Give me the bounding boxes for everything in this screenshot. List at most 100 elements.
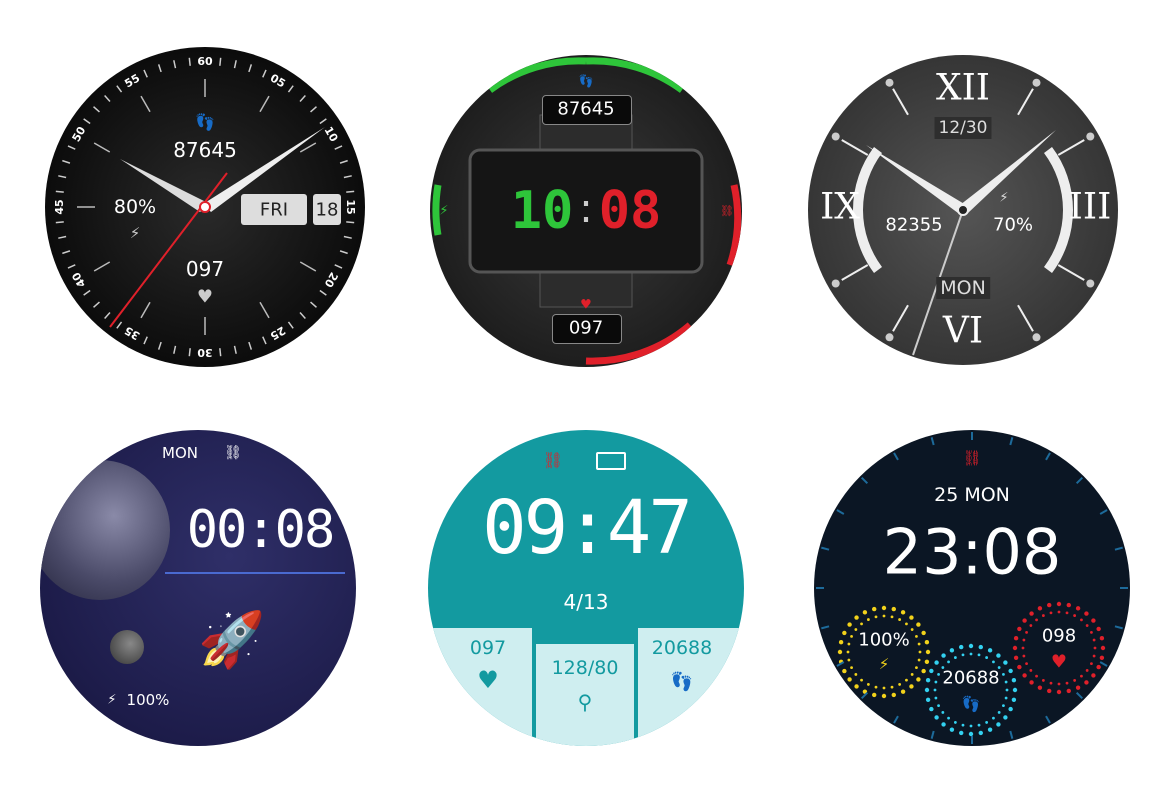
- ring-dot: [881, 693, 887, 699]
- ring-dot: [909, 684, 914, 689]
- bezel-tick: [334, 264, 343, 269]
- watch-face-mech-digital: 👣 87645 10 : 08 ⚡ ⛓ ♥ 097: [430, 55, 742, 367]
- bezel-dot: [831, 132, 840, 141]
- ring-dot: [933, 688, 937, 692]
- ring-dot: [1041, 679, 1045, 682]
- time-value: 23:08: [882, 515, 1062, 589]
- bezel-tick: [1045, 452, 1051, 461]
- bezel-number: 60: [197, 55, 213, 68]
- bezel-tick: [299, 95, 306, 102]
- bezel-tick: [55, 221, 64, 224]
- bezel-number: 05: [268, 72, 288, 91]
- ring-dot: [847, 642, 851, 646]
- ring-dot: [1091, 618, 1096, 623]
- ring-dot: [1049, 681, 1053, 685]
- ring-dot: [847, 658, 851, 662]
- ring-dot: [1022, 638, 1026, 642]
- ring-dot: [1100, 645, 1106, 651]
- ring-dot: [891, 692, 896, 698]
- ring-dot: [1085, 624, 1089, 627]
- ring-dot: [941, 711, 945, 714]
- ring-dot: [842, 668, 847, 674]
- ring-dot: [969, 652, 973, 656]
- ring-dot: [847, 677, 852, 682]
- ring-dot: [898, 618, 902, 621]
- ring-dot: [866, 683, 870, 686]
- center-cap: [957, 204, 969, 216]
- battery-icon: [596, 452, 626, 470]
- ring-dot: [1047, 688, 1052, 694]
- ring-dot: [1025, 630, 1028, 634]
- time-hours: 10: [510, 181, 574, 241]
- hour-tick: [841, 264, 869, 281]
- ring-dot: [1066, 602, 1071, 608]
- steps-icon: 👣: [195, 112, 215, 132]
- bezel-dot: [831, 279, 840, 288]
- ring-dot: [996, 722, 1001, 727]
- watch-face-classic-analog: 60 05 10 15 20 25 30 35 40 45 50 55 👣 87645 80% ⚡ F…: [45, 47, 365, 367]
- heart-icon: ♥: [580, 297, 592, 313]
- ring-dot: [1084, 680, 1089, 685]
- bezel-dot: [1086, 132, 1095, 141]
- ring-dot: [862, 610, 868, 615]
- bolt-icon: ⚡: [129, 224, 141, 242]
- bezel-dot: [1086, 279, 1095, 288]
- bezel-tick: [116, 85, 123, 93]
- ring-dot: [947, 660, 950, 664]
- bezel-tick: [83, 289, 91, 296]
- bezel-number: 25: [268, 324, 288, 343]
- ring-dot: [1092, 654, 1096, 658]
- heart-icon: ♥: [1050, 651, 1068, 673]
- bezel-tick: [334, 145, 343, 150]
- hour-marker: [140, 95, 151, 113]
- ring-dot: [890, 685, 894, 689]
- ring-dot: [837, 649, 843, 655]
- ring-dot: [1066, 688, 1071, 694]
- ring-dot: [929, 706, 934, 712]
- ring-dot: [949, 727, 955, 732]
- planet-image: [40, 460, 170, 600]
- ring-dot: [898, 683, 902, 686]
- ring-dot: [953, 656, 957, 659]
- ring-dot: [934, 680, 938, 684]
- bolt-icon: ⚡: [878, 655, 890, 673]
- ring-dot: [915, 634, 918, 638]
- bezel-tick: [299, 312, 306, 319]
- ring-dot: [1021, 646, 1025, 650]
- ring-dot: [854, 628, 858, 631]
- bezel-tick: [1114, 546, 1123, 551]
- day-label: MON: [936, 277, 990, 299]
- bezel-tick: [188, 348, 191, 357]
- ring-dot: [1002, 704, 1005, 708]
- ring-dot: [842, 630, 847, 636]
- bezel-tick: [1009, 437, 1014, 446]
- bezel-tick: [173, 345, 177, 354]
- ring-dot: [1056, 601, 1062, 607]
- bezel-tick: [287, 321, 294, 329]
- steps-icon: 👣: [578, 74, 594, 88]
- ring-dot: [915, 666, 918, 670]
- bezel-tick: [188, 57, 191, 66]
- ring-dot: [1075, 685, 1081, 690]
- ring-dot: [1029, 669, 1033, 672]
- ring-dot: [850, 666, 853, 670]
- numeral-vi: VI: [942, 310, 984, 352]
- ring-dot: [882, 614, 886, 618]
- ring-dot: [921, 630, 926, 636]
- bezel-tick: [58, 235, 67, 239]
- ring-dot: [916, 677, 921, 682]
- day-label: MON: [162, 444, 198, 462]
- ring-dot: [924, 659, 930, 664]
- ring-dot: [987, 727, 993, 732]
- ring-dot: [997, 711, 1001, 714]
- ring-dot: [1073, 614, 1077, 617]
- ring-dot: [1012, 645, 1018, 651]
- blood-pressure-value: 128/80: [551, 657, 619, 679]
- ring-dot: [1056, 689, 1062, 695]
- bezel-dot: [885, 78, 894, 87]
- bezel-tick: [83, 118, 91, 125]
- bezel-tick: [143, 336, 148, 345]
- blood-pressure-icon: ⚲: [577, 690, 593, 714]
- ring-dot: [968, 731, 974, 737]
- ring-dot: [874, 685, 878, 689]
